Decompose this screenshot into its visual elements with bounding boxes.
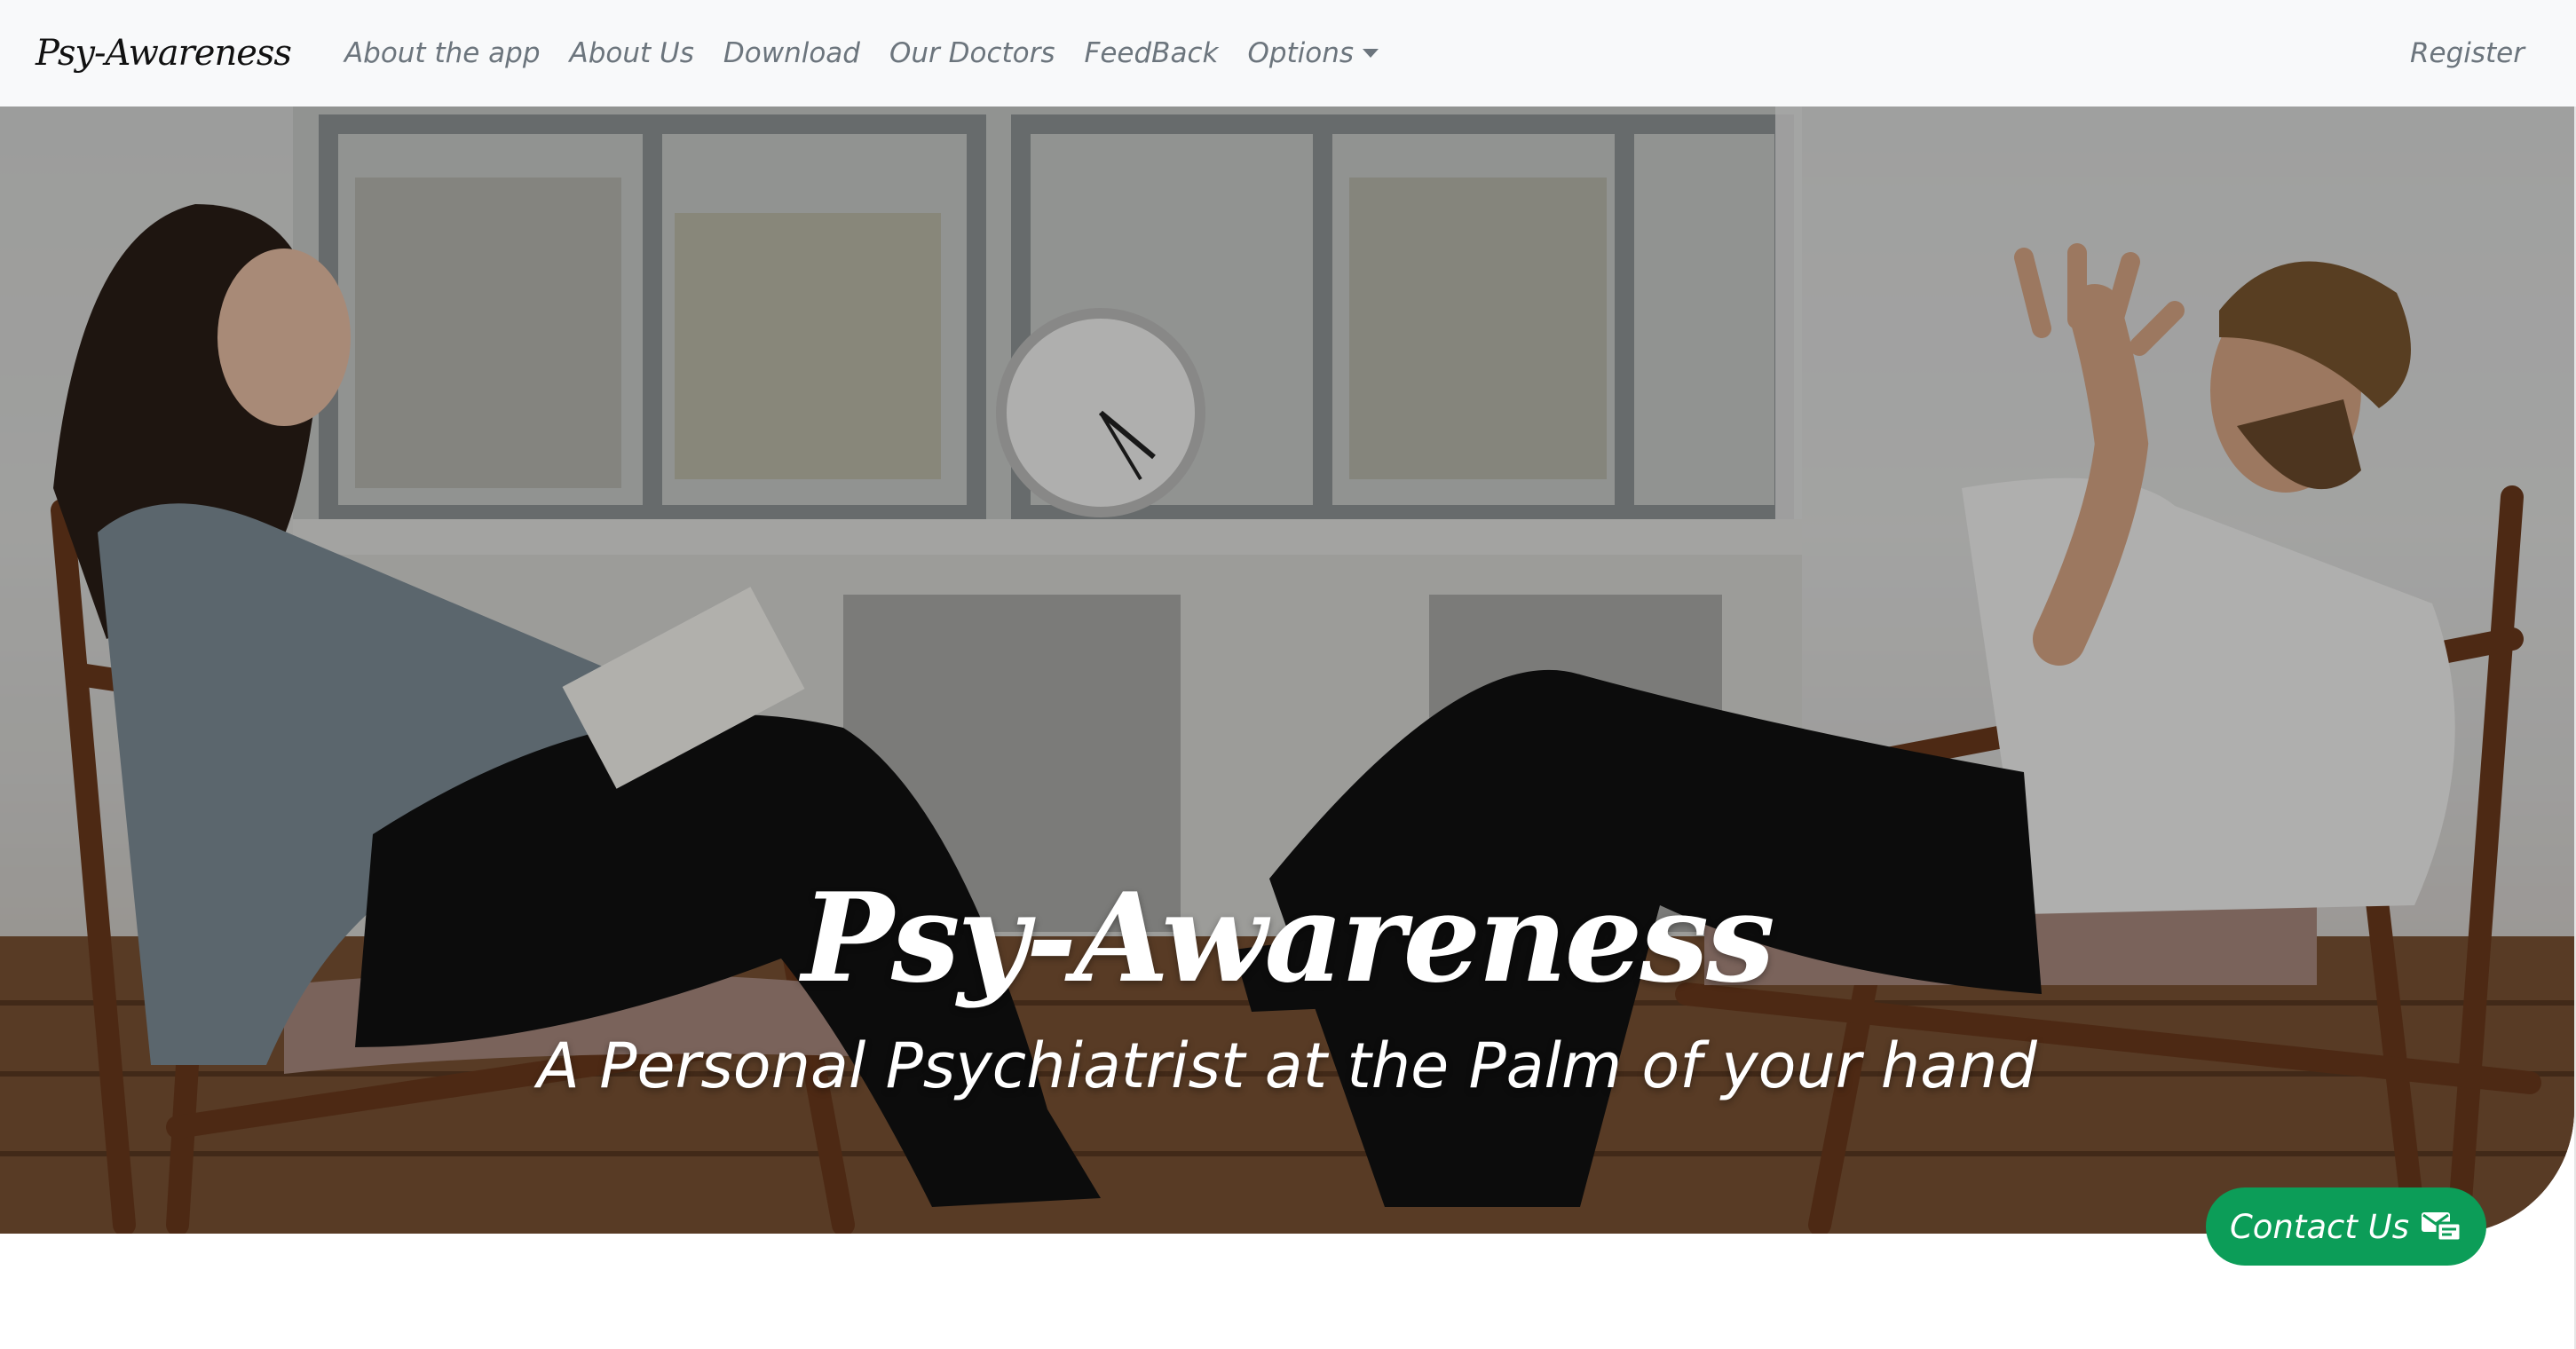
navbar: Psy-Awareness About the app About Us Dow… — [0, 0, 2576, 106]
contact-us-label: Contact Us — [2229, 1207, 2410, 1246]
brand-logo[interactable]: Psy-Awareness — [36, 33, 292, 74]
nav-dropdown-options-label: Options — [1247, 37, 1355, 69]
nav-link-our-doctors[interactable]: Our Doctors — [889, 37, 1055, 69]
caret-down-icon — [1363, 49, 1379, 58]
hero-title: Psy-Awareness — [802, 865, 1775, 1010]
nav-links: About the app About Us Download Our Doct… — [344, 0, 1408, 106]
nav-link-feedback[interactable]: FeedBack — [1085, 37, 1219, 69]
nav-link-about-the-app[interactable]: About the app — [344, 37, 541, 69]
nav-dropdown-options[interactable]: Options — [1247, 37, 1379, 69]
contact-envelope-icon — [2422, 1212, 2462, 1242]
register-link[interactable]: Register — [2410, 37, 2525, 69]
nav-link-about-us[interactable]: About Us — [570, 37, 694, 69]
nav-link-download[interactable]: Download — [723, 37, 860, 69]
hero-banner: Psy-Awareness A Personal Psychiatrist at… — [0, 106, 2574, 1234]
contact-us-button[interactable]: Contact Us — [2206, 1187, 2486, 1266]
hero-subtitle: A Personal Psychiatrist at the Palm of y… — [537, 1030, 2037, 1102]
